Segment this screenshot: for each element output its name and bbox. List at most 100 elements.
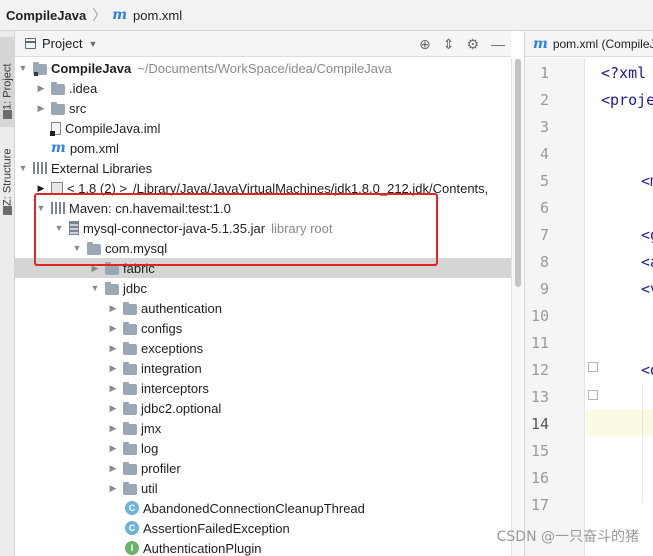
code-line[interactable]: <?xml	[601, 64, 646, 82]
project-folder-icon	[33, 61, 47, 76]
tree-label: jdbc2.optional	[141, 400, 222, 416]
editor-tab-pom[interactable]: m pom.xml (CompileJ	[525, 31, 653, 57]
chevron-down-icon: ▼	[88, 38, 98, 49]
gear-icon[interactable]: ⚙	[466, 36, 479, 53]
expanded-arrow-icon[interactable]: ▼	[89, 283, 101, 293]
expanded-arrow-icon[interactable]: ▼	[35, 203, 47, 213]
tree-row-jdbc2-optional[interactable]: ▶ jdbc2.optional	[15, 398, 511, 418]
tree-label: AbandonedConnectionCleanupThread	[143, 500, 365, 516]
line-number: 4	[539, 145, 549, 163]
jdk-path: /Library/Java/JavaVirtualMachines/jdk1.8…	[132, 180, 489, 196]
project-scrollbar[interactable]	[511, 58, 523, 556]
project-tool-tab[interactable]: 1: Project	[0, 37, 15, 127]
code-line[interactable]: <m	[641, 172, 653, 190]
collapsed-arrow-icon[interactable]: ▶	[107, 423, 119, 434]
package-icon	[105, 261, 119, 275]
collapsed-arrow-icon[interactable]: ▶	[107, 483, 119, 494]
folder-icon	[51, 101, 65, 115]
tree-row-pom[interactable]: m pom.xml	[15, 138, 511, 158]
hide-icon[interactable]: —	[491, 36, 505, 52]
project-tab-label: 1: Project	[1, 63, 14, 110]
breadcrumb-project[interactable]: CompileJava	[6, 8, 86, 23]
tree-row-interface[interactable]: I AuthenticationPlugin	[15, 538, 511, 556]
project-panel-header: Project ▼ ⊕ ⇕ ⚙ —	[15, 31, 511, 57]
collapsed-arrow-icon[interactable]: ▶	[107, 323, 119, 334]
fold-marker-icon[interactable]	[588, 362, 598, 372]
structure-tool-tab[interactable]: Z: Structure	[0, 123, 15, 223]
tree-row-com-mysql[interactable]: ▼ com.mysql	[15, 238, 511, 258]
tree-row-class[interactable]: C AssertionFailedException	[15, 518, 511, 538]
code-line[interactable]: <g	[641, 226, 653, 244]
collapsed-arrow-icon[interactable]: ▶	[89, 263, 101, 274]
line-number: 15	[530, 442, 549, 460]
collapsed-arrow-icon[interactable]: ▶	[107, 463, 119, 474]
tree-row-jar[interactable]: ▼ mysql-connector-java-5.1.35.jar librar…	[15, 218, 511, 238]
code-line[interactable]: <a	[641, 253, 653, 271]
tree-row-authentication[interactable]: ▶ authentication	[15, 298, 511, 318]
collapsed-arrow-icon[interactable]: ▶	[35, 183, 47, 194]
tree-row-exceptions[interactable]: ▶ exceptions	[15, 338, 511, 358]
collapse-all-icon[interactable]: ⇕	[443, 36, 455, 53]
tree-label: mysql-connector-java-5.1.35.jar	[83, 220, 266, 236]
maven-icon: m	[533, 35, 548, 52]
structure-tab-label: Z: Structure	[1, 148, 14, 206]
tree-label: jdbc	[123, 280, 147, 296]
tree-row-maven-library[interactable]: ▼ Maven: cn.havemail:test:1.0	[15, 198, 511, 218]
breadcrumb-file[interactable]: pom.xml	[133, 8, 182, 23]
collapsed-arrow-icon[interactable]: ▶	[107, 343, 119, 354]
tree-label: .idea	[69, 80, 98, 96]
collapsed-arrow-icon[interactable]: ▶	[35, 103, 47, 114]
tree-row-project-root[interactable]: ▼ CompileJava ~/Documents/WorkSpace/idea…	[15, 58, 511, 78]
project-view-selector[interactable]: Project ▼	[15, 36, 97, 51]
collapsed-arrow-icon[interactable]: ▶	[107, 443, 119, 454]
expanded-arrow-icon[interactable]: ▼	[17, 63, 29, 73]
tree-row-iml[interactable]: CompileJava.iml	[15, 118, 511, 138]
tree-row-src[interactable]: ▶ src	[15, 98, 511, 118]
code-line[interactable]: <v	[641, 280, 653, 298]
tree-row-jdk[interactable]: ▶ < 1.8 (2) > /Library/Java/JavaVirtualM…	[15, 178, 511, 198]
expanded-arrow-icon[interactable]: ▼	[53, 223, 65, 233]
tree-row-integration[interactable]: ▶ integration	[15, 358, 511, 378]
tree-row-class[interactable]: C AbandonedConnectionCleanupThread	[15, 498, 511, 518]
tree-label: fabric	[123, 260, 155, 276]
line-number: 7	[539, 226, 549, 244]
breadcrumb-separator: 〉	[92, 7, 107, 23]
interface-icon: I	[125, 541, 139, 555]
project-tab-icon	[3, 110, 12, 119]
expanded-arrow-icon[interactable]: ▼	[71, 243, 83, 253]
tree-row-profiler[interactable]: ▶ profiler	[15, 458, 511, 478]
tree-row-idea[interactable]: ▶ .idea	[15, 78, 511, 98]
tree-row-fabric[interactable]: ▶ fabric	[15, 258, 511, 278]
tree-row-log[interactable]: ▶ log	[15, 438, 511, 458]
collapsed-arrow-icon[interactable]: ▶	[107, 363, 119, 374]
tree-row-configs[interactable]: ▶ configs	[15, 318, 511, 338]
locate-icon[interactable]: ⊕	[419, 36, 431, 53]
tree-label: AuthenticationPlugin	[143, 540, 262, 556]
collapsed-arrow-icon[interactable]: ▶	[35, 83, 47, 94]
fold-marker-icon[interactable]	[588, 390, 598, 400]
tree-row-util[interactable]: ▶ util	[15, 478, 511, 498]
tool-window-strip: 1: Project Z: Structure	[0, 31, 15, 556]
indent-guide	[642, 383, 643, 503]
line-number-current: 14	[530, 415, 549, 433]
tree-row-external-libraries[interactable]: ▼ External Libraries	[15, 158, 511, 178]
expanded-arrow-icon[interactable]: ▼	[17, 163, 29, 173]
collapsed-arrow-icon[interactable]: ▶	[107, 403, 119, 414]
tree-row-interceptors[interactable]: ▶ interceptors	[15, 378, 511, 398]
tree-label: Maven: cn.havemail:test:1.0	[69, 200, 231, 216]
watermark: CSDN @一只奋斗的猪	[496, 529, 639, 545]
collapsed-arrow-icon[interactable]: ▶	[107, 383, 119, 394]
line-number: 12	[530, 361, 549, 379]
package-icon	[105, 281, 119, 295]
package-icon	[123, 321, 137, 335]
iml-file-icon	[50, 121, 61, 136]
scrollbar-thumb[interactable]	[515, 59, 521, 287]
tree-row-jdbc[interactable]: ▼ jdbc	[15, 278, 511, 298]
code-line[interactable]: <proje	[601, 91, 653, 109]
tree-row-jmx[interactable]: ▶ jmx	[15, 418, 511, 438]
line-number: 8	[539, 253, 549, 271]
collapsed-arrow-icon[interactable]: ▶	[107, 303, 119, 314]
line-number: 6	[539, 199, 549, 217]
editor-pane: m pom.xml (CompileJ 1 2 3 4 5 6 7 8 9 10…	[524, 31, 653, 556]
code-line[interactable]: <d	[641, 361, 653, 379]
